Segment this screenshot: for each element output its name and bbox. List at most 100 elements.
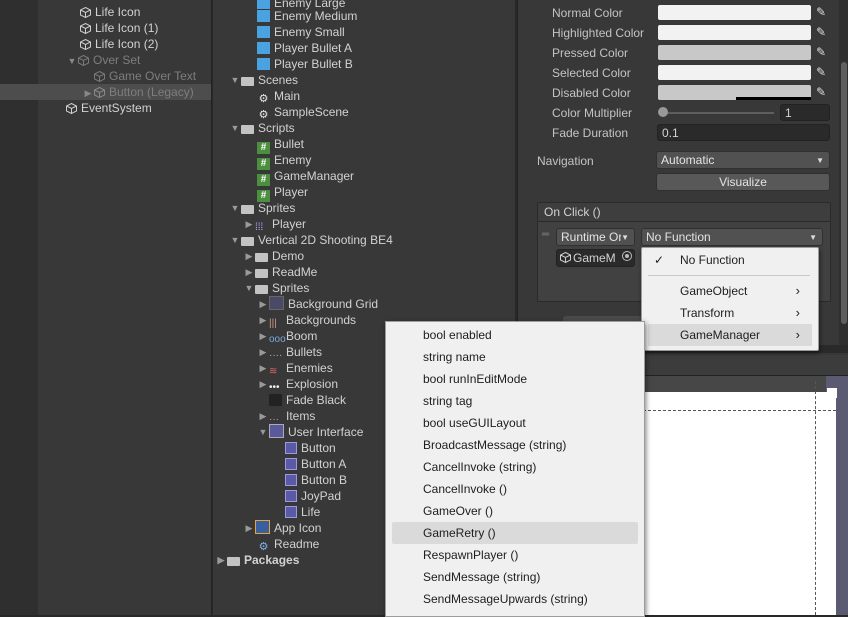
inspector-scrollbar-thumb[interactable] bbox=[841, 62, 847, 324]
expand-arrow-icon[interactable]: ▼ bbox=[229, 232, 241, 248]
project-item[interactable]: # Enemy bbox=[257, 152, 311, 170]
color-multiplier-slider-track[interactable] bbox=[661, 112, 774, 114]
project-item[interactable]: JoyPad bbox=[285, 488, 341, 504]
eyedropper-icon[interactable]: ✎ bbox=[814, 5, 828, 19]
pressed-color-swatch[interactable] bbox=[658, 45, 811, 60]
expand-arrow-icon[interactable]: ▶ bbox=[243, 520, 255, 536]
expand-arrow-icon[interactable]: ▶ bbox=[257, 360, 269, 376]
expand-arrow-icon[interactable]: ▼ bbox=[243, 280, 255, 296]
project-item[interactable]: ▶ ≋ Enemies bbox=[257, 360, 333, 377]
method-item[interactable]: SendMessageUpwards (string) bbox=[392, 588, 638, 610]
expand-arrow-icon[interactable]: ▼ bbox=[229, 200, 241, 216]
method-item[interactable]: string name bbox=[392, 346, 638, 368]
project-item[interactable]: ▶ ||| Backgrounds bbox=[257, 312, 357, 329]
project-item[interactable]: ▶ ···· Bullets bbox=[257, 344, 323, 361]
normal-color-swatch[interactable] bbox=[658, 5, 811, 20]
canvas-corner-handle[interactable] bbox=[827, 388, 837, 398]
project-item[interactable]: ⚙ SampleScene bbox=[257, 104, 349, 121]
expand-arrow-icon[interactable]: ▶ bbox=[82, 85, 94, 101]
selected-color-swatch[interactable] bbox=[658, 65, 811, 80]
method-item[interactable]: bool runInEditMode bbox=[392, 368, 638, 390]
method-item[interactable]: BroadcastMessage (string) bbox=[392, 434, 638, 456]
project-item[interactable]: # GameManager bbox=[257, 168, 354, 186]
method-item[interactable]: bool enabled bbox=[392, 324, 638, 346]
function-dropdown[interactable]: No Function ▼ bbox=[641, 228, 823, 246]
object-picker-icon[interactable] bbox=[622, 251, 632, 261]
visualize-button[interactable]: Visualize bbox=[656, 173, 830, 191]
expand-arrow-icon[interactable]: ▶ bbox=[257, 344, 269, 360]
project-item[interactable]: ▶ Background Grid bbox=[257, 296, 378, 312]
project-folder[interactable]: ▼ Sprites bbox=[243, 280, 310, 296]
project-folder[interactable]: ▶ Demo bbox=[243, 248, 304, 264]
project-item[interactable]: # Bullet bbox=[257, 136, 304, 154]
project-item[interactable]: Button A bbox=[285, 456, 346, 472]
expand-arrow-icon[interactable]: ▼ bbox=[257, 424, 269, 440]
expand-arrow-icon[interactable]: ▼ bbox=[229, 72, 241, 88]
expand-arrow-icon[interactable]: ▶ bbox=[243, 248, 255, 264]
project-item[interactable]: Button bbox=[285, 440, 336, 456]
project-item[interactable]: Life bbox=[285, 504, 320, 520]
expand-arrow-icon[interactable]: ▶ bbox=[257, 312, 269, 328]
eyedropper-icon[interactable]: ✎ bbox=[814, 65, 828, 79]
method-item[interactable]: string tag bbox=[392, 390, 638, 412]
project-item[interactable]: ▶ ••• Explosion bbox=[257, 376, 339, 393]
expand-arrow-icon[interactable]: ▼ bbox=[229, 120, 241, 136]
drag-handle-icon[interactable]: ═ bbox=[542, 230, 552, 240]
project-item[interactable]: ▶ oooBoom bbox=[257, 328, 318, 345]
navigation-dropdown[interactable]: Automatic ▼ bbox=[656, 151, 830, 169]
hierarchy-item[interactable]: ▼ Over Set bbox=[66, 52, 141, 69]
project-item[interactable]: Fade Black bbox=[257, 392, 346, 408]
method-item[interactable]: CancelInvoke (string) bbox=[392, 456, 638, 478]
expand-arrow-icon[interactable]: ▶ bbox=[257, 376, 269, 392]
method-item[interactable]: RespawnPlayer () bbox=[392, 544, 638, 566]
project-item[interactable]: ▶ ⁞⁞⁞ Player bbox=[243, 216, 306, 233]
expand-arrow-icon[interactable]: ▼ bbox=[66, 53, 78, 69]
hierarchy-item[interactable]: Life Icon bbox=[80, 4, 140, 20]
project-item[interactable]: Enemy Medium bbox=[257, 8, 357, 24]
method-item-highlighted[interactable]: GameRetry () bbox=[392, 522, 638, 544]
runtime-mode-dropdown[interactable]: Runtime Or ▼ bbox=[556, 228, 635, 246]
method-item[interactable]: CancelInvoke () bbox=[392, 478, 638, 500]
hierarchy-item[interactable]: Life Icon (1) bbox=[80, 20, 158, 36]
eyedropper-icon[interactable]: ✎ bbox=[814, 25, 828, 39]
project-folder[interactable]: ▶ Packages bbox=[215, 552, 300, 568]
project-item[interactable]: ▶ App Icon bbox=[243, 520, 321, 536]
highlighted-color-swatch[interactable] bbox=[658, 25, 811, 40]
project-item[interactable]: ▶ ··· Items bbox=[257, 408, 316, 425]
project-item[interactable]: ⚙ Readme bbox=[257, 536, 320, 553]
project-folder[interactable]: ▼ Vertical 2D Shooting BE4 bbox=[229, 232, 393, 248]
project-folder[interactable]: ▼ Sprites bbox=[229, 200, 296, 216]
expand-arrow-icon[interactable]: ▶ bbox=[243, 264, 255, 280]
expand-arrow-icon[interactable]: ▶ bbox=[257, 328, 269, 344]
menu-item-transform[interactable]: Transform › bbox=[648, 302, 812, 324]
project-item[interactable]: Enemy Small bbox=[257, 24, 345, 40]
hierarchy-item[interactable]: EventSystem bbox=[66, 100, 152, 116]
hierarchy-item-selected[interactable]: ▶ Button (Legacy) bbox=[0, 84, 211, 100]
project-folder[interactable]: ▼ Scenes bbox=[229, 72, 299, 88]
method-item[interactable]: GameOver () bbox=[392, 500, 638, 522]
project-item[interactable]: Player Bullet B bbox=[257, 56, 353, 72]
menu-item-gamemanager[interactable]: GameManager › bbox=[648, 324, 812, 346]
expand-arrow-icon[interactable]: ▶ bbox=[257, 408, 269, 424]
fade-duration-input[interactable]: 0.1 bbox=[657, 124, 830, 141]
expand-arrow-icon[interactable]: ▶ bbox=[243, 216, 255, 232]
hierarchy-item[interactable]: Life Icon (2) bbox=[80, 36, 158, 52]
eyedropper-icon[interactable]: ✎ bbox=[814, 85, 828, 99]
game-canvas[interactable] bbox=[643, 392, 836, 615]
eyedropper-icon[interactable]: ✎ bbox=[814, 45, 828, 59]
color-multiplier-input[interactable]: 1 bbox=[780, 104, 830, 121]
project-item[interactable]: Button B bbox=[285, 472, 347, 488]
expand-arrow-icon[interactable]: ▶ bbox=[215, 552, 227, 568]
project-item[interactable]: ▼ User Interface bbox=[257, 424, 363, 440]
project-folder[interactable]: ▼ Scripts bbox=[229, 120, 295, 136]
project-item[interactable]: Player Bullet A bbox=[257, 40, 352, 56]
method-item[interactable]: bool useGUILayout bbox=[392, 412, 638, 434]
hierarchy-item[interactable]: Game Over Text bbox=[94, 68, 196, 84]
project-folder[interactable]: ▶ ReadMe bbox=[243, 264, 318, 280]
project-item[interactable]: ⚙ Main bbox=[257, 88, 300, 105]
menu-item-gameobject[interactable]: GameObject › bbox=[648, 280, 812, 302]
menu-item-no-function[interactable]: ✓ No Function bbox=[648, 249, 812, 271]
color-multiplier-slider-handle[interactable] bbox=[658, 107, 668, 117]
disabled-color-swatch[interactable] bbox=[658, 85, 811, 100]
method-item[interactable]: SendMessage (string) bbox=[392, 566, 638, 588]
